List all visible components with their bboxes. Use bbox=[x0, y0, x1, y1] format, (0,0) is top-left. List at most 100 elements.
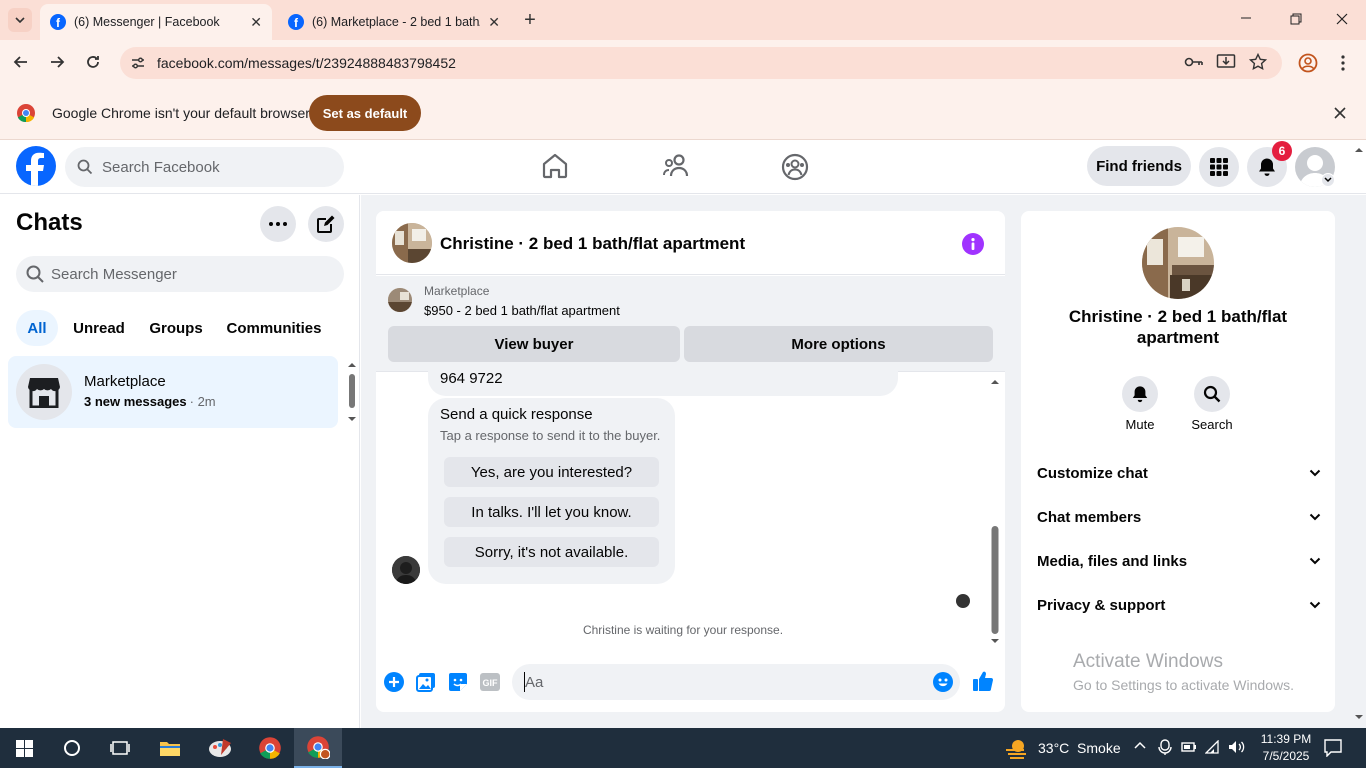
contact-avatar[interactable] bbox=[392, 223, 432, 263]
paint-app-button[interactable] bbox=[196, 728, 244, 768]
start-button[interactable] bbox=[0, 728, 48, 768]
quick-reply-not-available[interactable]: Sorry, it's not available. bbox=[444, 537, 659, 567]
find-friends-button[interactable]: Find friends bbox=[1087, 146, 1191, 186]
chat-list-item-marketplace[interactable]: Marketplace 3 new messages · 2m bbox=[8, 356, 338, 428]
nav-groups-button[interactable] bbox=[781, 153, 809, 181]
attach-media-button[interactable] bbox=[416, 672, 436, 692]
chat-item-preview: 3 new messages bbox=[84, 394, 187, 409]
section-label: Privacy & support bbox=[1037, 596, 1166, 614]
chrome-menu-icon[interactable] bbox=[1340, 54, 1346, 72]
listing-title[interactable]: $950 - 2 bed 1 bath/flat apartment bbox=[424, 303, 620, 318]
thumbs-up-icon bbox=[973, 671, 993, 691]
emoji-button[interactable] bbox=[933, 672, 953, 692]
restore-button[interactable] bbox=[1290, 13, 1306, 29]
back-button[interactable] bbox=[12, 53, 32, 73]
tab-title: (6) Messenger | Facebook bbox=[74, 15, 220, 29]
search-conversation-button[interactable]: Search bbox=[1190, 376, 1234, 432]
filter-unread-tab[interactable]: Unread bbox=[66, 310, 132, 346]
conversation-info-button[interactable] bbox=[962, 233, 984, 255]
forward-button[interactable] bbox=[48, 53, 68, 73]
notification-center-button[interactable] bbox=[1324, 739, 1342, 757]
password-key-icon[interactable] bbox=[1184, 54, 1204, 70]
folder-icon bbox=[160, 742, 180, 756]
new-message-button[interactable] bbox=[308, 206, 344, 242]
view-buyer-button[interactable]: View buyer bbox=[388, 326, 680, 362]
sticker-button[interactable] bbox=[448, 672, 468, 692]
install-app-icon[interactable] bbox=[1216, 53, 1236, 71]
tab-title: (6) Marketplace - 2 bed 1 bath/ bbox=[312, 15, 481, 29]
reload-button[interactable] bbox=[84, 53, 104, 73]
chat-options-button[interactable] bbox=[260, 206, 296, 242]
search-button[interactable] bbox=[48, 728, 96, 768]
weather-widget[interactable]: 33°C Smoke bbox=[1004, 728, 1121, 768]
clock[interactable]: 11:39 PM 7/5/2025 bbox=[1254, 731, 1318, 765]
media-files-links-section[interactable]: Media, files and links bbox=[1037, 549, 1321, 573]
network-icon[interactable] bbox=[1205, 740, 1221, 754]
tab-search-button[interactable] bbox=[8, 8, 32, 32]
more-options-button[interactable]: More options bbox=[684, 326, 993, 362]
privacy-support-section[interactable]: Privacy & support bbox=[1037, 593, 1321, 617]
show-hidden-icons-button[interactable] bbox=[1134, 741, 1146, 749]
more-actions-button[interactable] bbox=[384, 672, 404, 692]
mute-button[interactable]: Mute bbox=[1120, 376, 1160, 432]
meet-now-icon[interactable] bbox=[1158, 739, 1172, 755]
task-view-button[interactable] bbox=[96, 728, 144, 768]
listing-source-label: Marketplace bbox=[424, 284, 490, 298]
nav-friends-button[interactable] bbox=[662, 153, 690, 179]
arrow-left-icon bbox=[13, 56, 27, 68]
minimize-button[interactable] bbox=[1240, 12, 1260, 28]
chat-item-preview-row: 3 new messages · 2m bbox=[84, 394, 216, 409]
chat-members-section[interactable]: Chat members bbox=[1037, 505, 1321, 529]
send-like-button[interactable] bbox=[972, 670, 994, 692]
listing-thumbnail[interactable] bbox=[388, 288, 412, 312]
profile-icon[interactable] bbox=[1298, 53, 1318, 73]
chats-scrollbar[interactable] bbox=[346, 360, 358, 424]
chevron-down-icon bbox=[1309, 557, 1321, 565]
facebook-search-input[interactable]: Search Facebook bbox=[65, 147, 344, 187]
address-bar[interactable]: facebook.com/messages/t/2392488848379845… bbox=[120, 47, 1282, 79]
sender-avatar bbox=[392, 556, 420, 584]
close-tab-icon[interactable]: ✕ bbox=[250, 14, 262, 31]
conversation-title[interactable]: Christine · 2 bed 1 bath/flat apartment bbox=[440, 234, 745, 254]
page-scrollbar[interactable] bbox=[1352, 141, 1366, 728]
messenger-search-input[interactable]: Search Messenger bbox=[16, 256, 344, 292]
details-avatar[interactable] bbox=[1142, 227, 1214, 299]
account-chevron-icon[interactable] bbox=[1321, 173, 1335, 187]
gif-button[interactable]: GIF bbox=[480, 673, 500, 691]
tab-marketplace[interactable]: f (6) Marketplace - 2 bed 1 bath/ ✕ bbox=[278, 4, 510, 40]
grid-menu-icon bbox=[1210, 158, 1228, 176]
filter-communities-tab[interactable]: Communities bbox=[220, 310, 328, 346]
facebook-logo[interactable] bbox=[16, 146, 56, 186]
volume-icon[interactable] bbox=[1228, 740, 1246, 754]
filter-all-tab[interactable]: All bbox=[16, 310, 58, 346]
site-info-icon[interactable] bbox=[130, 55, 146, 71]
chat-item-time: · 2m bbox=[189, 394, 216, 409]
message-input[interactable]: Aa bbox=[512, 664, 960, 700]
file-explorer-button[interactable] bbox=[146, 728, 194, 768]
quick-reply-in-talks[interactable]: In talks. I'll let you know. bbox=[444, 497, 659, 527]
tab-messenger[interactable]: f (6) Messenger | Facebook ✕ bbox=[40, 4, 272, 40]
battery-icon[interactable] bbox=[1181, 741, 1197, 753]
message-input-placeholder: Aa bbox=[525, 674, 544, 691]
search-label: Search bbox=[1191, 417, 1233, 432]
activate-windows-subtitle: Go to Settings to activate Windows. bbox=[1073, 677, 1294, 693]
section-label: Chat members bbox=[1037, 508, 1142, 526]
section-label: Customize chat bbox=[1037, 464, 1148, 482]
nav-home-button[interactable] bbox=[541, 153, 569, 179]
chrome-taskbar-button[interactable] bbox=[246, 728, 294, 768]
set-as-default-button[interactable]: Set as default bbox=[309, 95, 421, 131]
palette-icon bbox=[209, 739, 231, 757]
customize-chat-section[interactable]: Customize chat bbox=[1037, 461, 1321, 485]
quick-reply-interested[interactable]: Yes, are you interested? bbox=[444, 457, 659, 487]
filter-groups-tab[interactable]: Groups bbox=[143, 310, 209, 346]
menu-button[interactable] bbox=[1199, 147, 1239, 187]
messages-scrollbar[interactable] bbox=[989, 374, 1001, 648]
new-tab-button[interactable]: + bbox=[520, 10, 540, 30]
close-tab-icon[interactable]: ✕ bbox=[488, 14, 500, 31]
close-infobar-icon[interactable] bbox=[1333, 106, 1347, 120]
facebook-favicon-icon: f bbox=[288, 14, 304, 30]
quick-response-subtitle: Tap a response to send it to the buyer. bbox=[440, 428, 661, 443]
bookmark-star-icon[interactable] bbox=[1249, 53, 1267, 71]
chrome-profile-taskbar-button[interactable] bbox=[294, 728, 342, 768]
close-window-button[interactable] bbox=[1336, 13, 1352, 29]
